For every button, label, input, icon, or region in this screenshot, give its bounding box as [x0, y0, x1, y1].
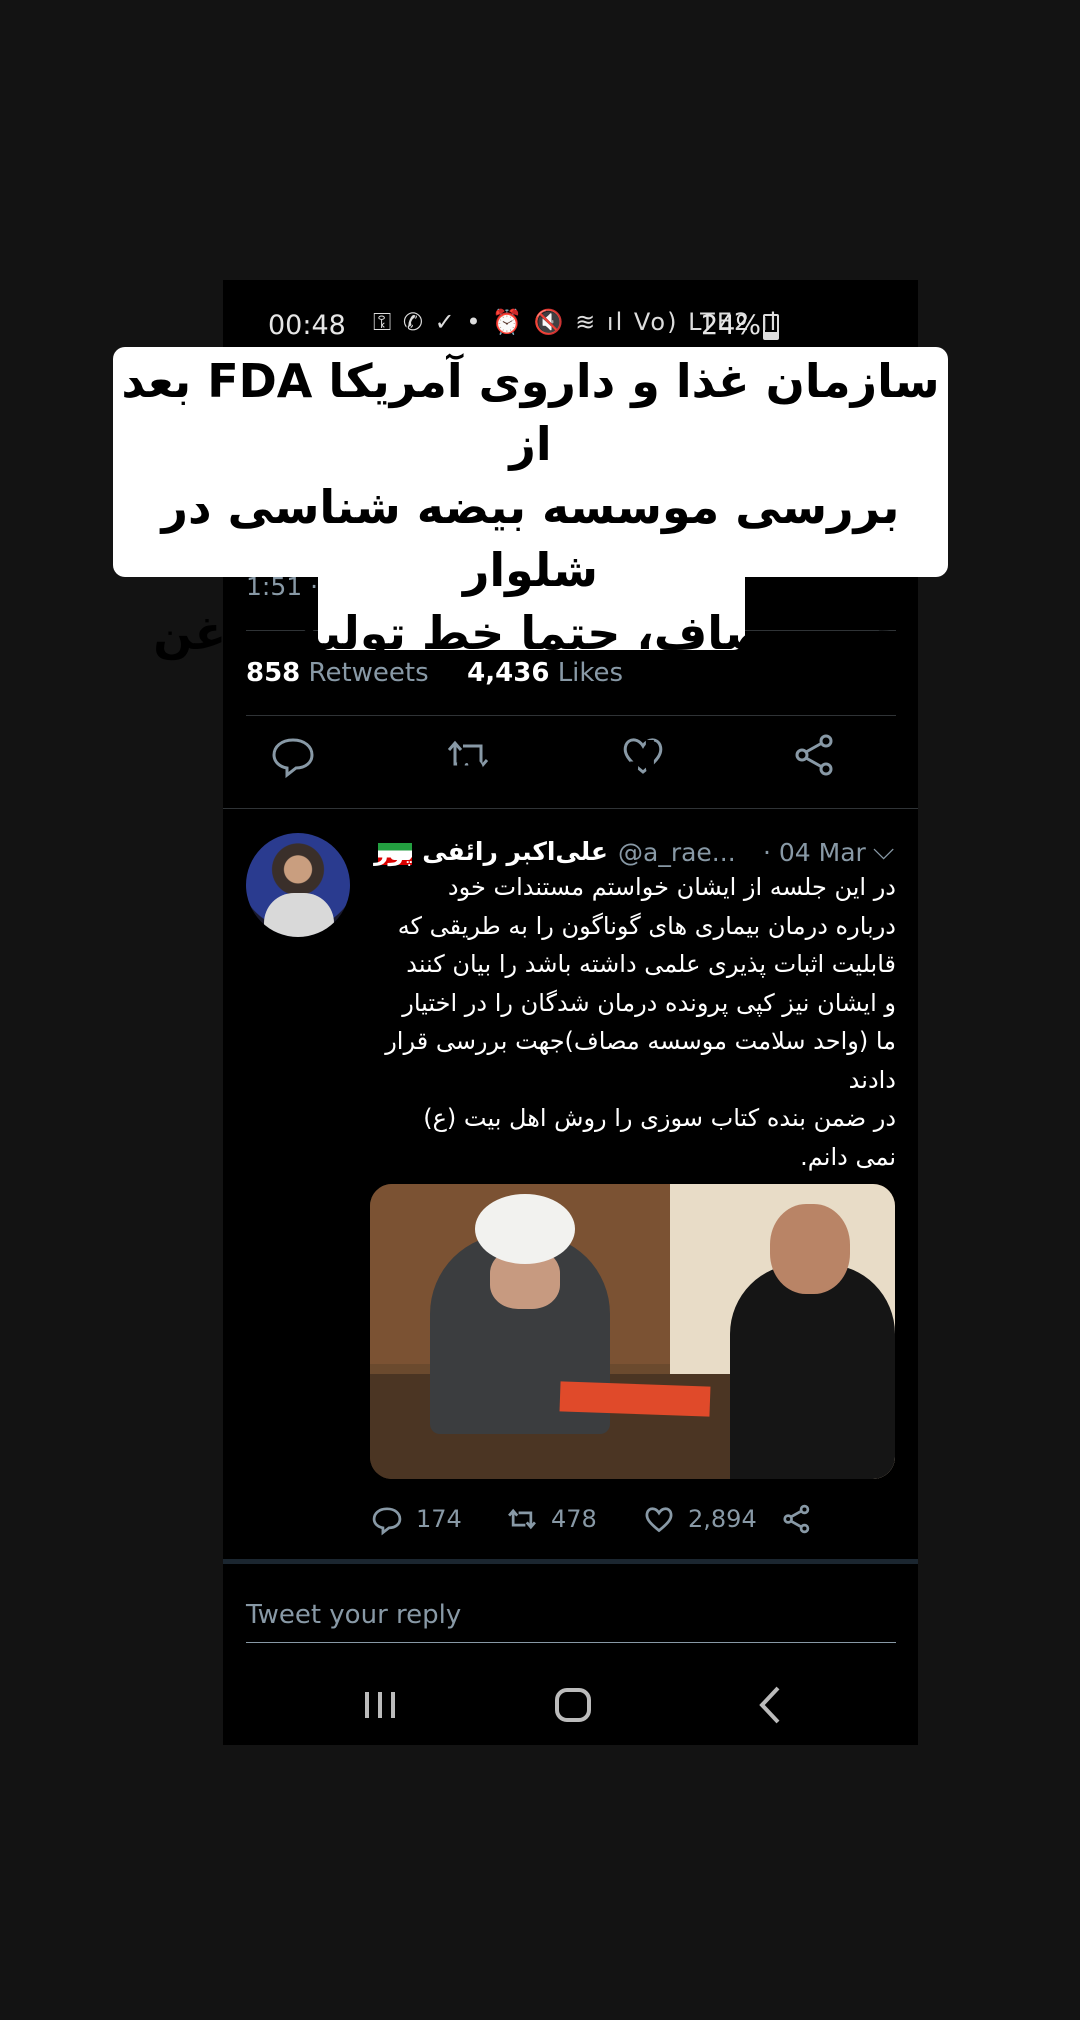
tweet-reply-input[interactable]: Tweet your reply [246, 1600, 461, 1630]
reply-text-line: نمی دانم. [800, 1142, 896, 1171]
divider [223, 808, 918, 809]
reply-date[interactable]: · 04 Mar [763, 838, 866, 867]
like-count: 2,894 [688, 1505, 757, 1533]
reply-text-line: در این جلسه از ایشان خواستم مستندات خود [447, 873, 896, 901]
android-nav-bar [223, 1670, 918, 1745]
recent-apps-icon[interactable] [360, 1680, 400, 1730]
reply-count-group[interactable]: 174 [370, 1502, 462, 1536]
share-icon[interactable] [780, 1502, 814, 1536]
status-time: 00:48 [268, 310, 346, 341]
reply-header: علی‌اکبر رائفی پور @a_rae... · 04 Mar ⌵ [374, 833, 898, 873]
share-group[interactable] [780, 1502, 814, 1536]
reply-count: 174 [416, 1505, 462, 1533]
like-count-group[interactable]: 2,894 [642, 1502, 757, 1536]
caption-line: رو تایید خواهند کرد [313, 732, 748, 786]
retweet-count: 478 [551, 1505, 597, 1533]
retweet-icon[interactable] [505, 1502, 539, 1536]
input-underline [246, 1642, 896, 1643]
reply-text-line: ما (واحد سلامت موسسه مصاف)جهت بررسی قرار [385, 1027, 896, 1055]
caption-line: بررسی موسسه بیضه شناسی در شلوار [161, 480, 900, 597]
tweet-photo[interactable] [370, 1184, 895, 1479]
reply-text-line: و ایشان نیز کپی پرونده درمان شدگان را در… [402, 988, 896, 1017]
avatar[interactable] [246, 833, 350, 937]
reply-text: در این جلسه از ایشان خواستم مستندات خود … [366, 868, 896, 1176]
caption-line: سازمان غذا و داروی آمریکا FDA بعد از [121, 354, 940, 471]
reply-text-line: درباره درمان بیماری های گوناگون را به طر… [397, 911, 896, 940]
divider [223, 1559, 918, 1564]
home-icon[interactable] [553, 1680, 593, 1730]
reply-text-line: قابلیت اثبات پذیری علمی داشته باشد را بی… [406, 950, 896, 978]
author-handle[interactable]: @a_rae... [618, 838, 736, 867]
reply-text-line: در ضمن بنده کتاب سوزی را روش اهل بیت (ع) [423, 1104, 896, 1132]
reply-actions: 174 478 2,894 [370, 1502, 895, 1542]
chevron-down-icon[interactable]: ⌵ [873, 833, 894, 867]
like-icon[interactable] [642, 1502, 676, 1536]
battery-percent: 24% [701, 310, 762, 341]
retweet-count-group[interactable]: 478 [505, 1502, 597, 1536]
caption-line: جین مصاف، حتما خط تولید روغن بنفشه [153, 606, 908, 723]
status-bar: 00:48 ⚿ ✆ ✓ • ⏰ 🔇 ≋ ıl Vo) LTE2 ıl 24% [223, 302, 918, 350]
author-name[interactable]: علی‌اکبر رائفی پور [374, 837, 608, 866]
back-icon[interactable] [750, 1680, 790, 1730]
caption-text: سازمان غذا و داروی آمریکا FDA بعد از برر… [113, 350, 948, 791]
battery-icon [763, 314, 779, 340]
reply-text-line: دادند [848, 1065, 896, 1094]
reply-icon[interactable] [370, 1502, 404, 1536]
